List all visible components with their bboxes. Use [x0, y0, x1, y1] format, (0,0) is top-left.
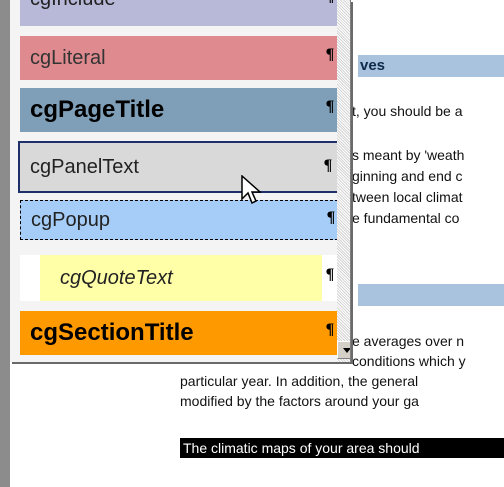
style-label: cgSectionTitle [30, 319, 194, 346]
selected-text[interactable]: The climatic maps of your area should [180, 438, 504, 458]
window-edge [0, 0, 10, 487]
pilcrow-icon: ¶ [325, 266, 335, 283]
doc-line: e fundamental co [352, 210, 460, 226]
doc-line: t, you should be a [352, 103, 463, 119]
doc-line: ginning and end c [352, 168, 463, 184]
pilcrow-icon: ¶ [325, 321, 335, 338]
pilcrow-icon: ¶ [326, 209, 336, 226]
style-item-cgpopup[interactable]: cgPopup ¶ [20, 200, 338, 240]
arrow-cursor-icon [241, 175, 262, 205]
doc-heading: ves [358, 55, 504, 77]
style-label: cgLiteral [30, 46, 106, 69]
doc-line: modified by the factors around your ga [180, 393, 419, 409]
style-item-cgpagetitle[interactable]: cgPageTitle ¶ [20, 88, 338, 132]
pilcrow-icon: ¶ [325, 46, 335, 63]
style-item-cgsectiontitle[interactable]: cgSectionTitle ¶ [20, 311, 338, 355]
style-label: cgPageTitle [30, 96, 165, 123]
doc-line: conditions which y [352, 353, 466, 369]
style-dropdown[interactable]: cgInclude ¶ cgLiteral ¶ cgPageTitle ¶ cg… [10, 0, 351, 362]
style-label: cgPanelText [30, 155, 139, 178]
style-label: cgPopup [31, 208, 110, 231]
doc-heading-2 [358, 284, 504, 306]
style-label: cgQuoteText [60, 266, 173, 289]
style-item-cgpaneltext[interactable]: cgPanelText ¶ [18, 141, 340, 193]
pilcrow-icon: ¶ [323, 157, 333, 174]
scroll-down-button[interactable] [337, 341, 350, 359]
doc-line: e averages over n [352, 333, 465, 349]
scrollbar-track[interactable] [337, 0, 350, 362]
pilcrow-icon: ¶ [325, 98, 335, 115]
pilcrow-icon: ¶ [322, 0, 338, 6]
style-label: cgInclude [30, 0, 116, 11]
style-item-cgquotetext[interactable]: cgQuoteText ¶ [20, 255, 338, 301]
style-item-cginclude[interactable]: cgInclude ¶ [20, 0, 338, 26]
style-item-cgliteral[interactable]: cgLiteral ¶ [20, 36, 338, 80]
doc-line: tween local climat [352, 189, 463, 205]
doc-line: s meant by 'weath [352, 147, 465, 163]
arrow-down-icon [343, 348, 350, 353]
doc-line: particular year. In addition, the genera… [180, 373, 419, 389]
